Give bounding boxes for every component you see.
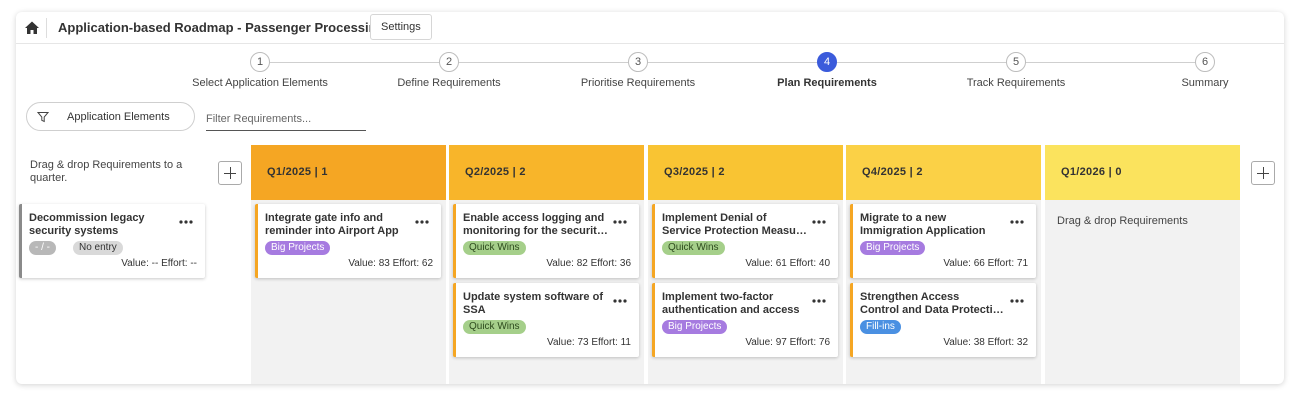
- step-define-requirements[interactable]: 2 Define Requirements: [354, 52, 544, 89]
- card-title: Enable access logging and monitoring for …: [463, 212, 608, 237]
- value-effort: Value: 66 Effort: 71: [943, 258, 1028, 269]
- value-effort: Value: 97 Effort: 76: [745, 337, 830, 348]
- card-title: Migrate to a new Immigration Application: [860, 212, 986, 237]
- value-effort: Value: 38 Effort: 32: [943, 337, 1028, 348]
- drop-hint: Drag & drop Requirements: [1057, 215, 1188, 227]
- backlog-hint: Drag & drop Requirements to a quarter.: [30, 159, 183, 184]
- add-quarter-button[interactable]: [1251, 161, 1275, 185]
- more-options-icon[interactable]: [415, 214, 429, 224]
- filter-requirements-input[interactable]: [206, 107, 366, 131]
- filter-icon: [36, 111, 50, 123]
- step-prioritise-requirements[interactable]: 3 Prioritise Requirements: [543, 52, 733, 89]
- more-options-icon[interactable]: [1010, 293, 1024, 303]
- step-label: Summary: [1181, 77, 1229, 89]
- step-number: 5: [1006, 52, 1026, 72]
- value-effort: Value: -- Effort: --: [121, 258, 197, 269]
- step-summary[interactable]: 6 Summary: [1110, 52, 1284, 89]
- add-requirement-button[interactable]: [218, 161, 242, 185]
- settings-button[interactable]: Settings: [370, 14, 432, 40]
- filter-label: Application Elements: [67, 111, 170, 123]
- more-options-icon[interactable]: [613, 214, 627, 224]
- value-effort: Value: 73 Effort: 11: [547, 337, 631, 348]
- step-number: 2: [439, 52, 459, 72]
- wizard-stepper: 1 Select Application Elements 2 Define R…: [16, 52, 1284, 92]
- more-options-icon[interactable]: [179, 214, 193, 224]
- requirement-card[interactable]: Enable access logging and monitoring for …: [453, 204, 639, 278]
- step-label: Define Requirements: [397, 77, 501, 89]
- category-tag: Quick Wins: [662, 241, 725, 255]
- quarter-header: Q1/2026 | 0: [1045, 145, 1240, 200]
- step-number: 6: [1195, 52, 1215, 72]
- requirement-card[interactable]: Migrate to a new Immigration Application …: [850, 204, 1036, 278]
- requirement-card[interactable]: Update system software of SSA Quick Wins …: [453, 283, 639, 357]
- step-number: 3: [628, 52, 648, 72]
- category-tag: - / -: [29, 241, 56, 255]
- roadmap-panel: Application-based Roadmap - Passenger Pr…: [16, 12, 1284, 384]
- step-select-application-elements[interactable]: 1 Select Application Elements: [165, 52, 355, 89]
- step-label: Track Requirements: [966, 77, 1066, 89]
- requirement-card[interactable]: Implement two-factor authentication and a…: [652, 283, 838, 357]
- step-label: Plan Requirements: [777, 77, 877, 89]
- page-title: Application-based Roadmap - Passenger Pr…: [58, 20, 385, 35]
- home-icon[interactable]: [22, 18, 42, 38]
- category-tag: Big Projects: [662, 320, 728, 334]
- step-label: Select Application Elements: [192, 77, 328, 89]
- more-options-icon[interactable]: [613, 293, 627, 303]
- category-tag: Big Projects: [265, 241, 331, 255]
- more-options-icon[interactable]: [1010, 214, 1024, 224]
- requirement-card[interactable]: Strengthen Access Control and Data Protec…: [850, 283, 1036, 357]
- card-title: Decommission legacy security systems: [29, 212, 145, 237]
- status-tag: No entry: [73, 241, 123, 255]
- application-elements-filter[interactable]: Application Elements: [26, 102, 195, 131]
- more-options-icon[interactable]: [812, 214, 826, 224]
- quarter-header: Q2/2025 | 2: [449, 145, 644, 200]
- step-number: 4: [817, 52, 837, 72]
- header-separator: [46, 18, 47, 38]
- step-number: 1: [250, 52, 270, 72]
- card-title: Implement Denial of Service Protection Me…: [662, 212, 807, 237]
- quarter-header: Q1/2025 | 1: [251, 145, 446, 200]
- step-plan-requirements[interactable]: 4 Plan Requirements: [732, 52, 922, 89]
- card-title: Strengthen Access Control and Data Protec…: [860, 291, 1005, 316]
- category-tag: Quick Wins: [463, 241, 526, 255]
- category-tag: Fill-ins: [860, 320, 901, 334]
- value-effort: Value: 82 Effort: 36: [546, 258, 631, 269]
- quarter-header: Q4/2025 | 2: [846, 145, 1041, 200]
- quarter-header: Q3/2025 | 2: [648, 145, 843, 200]
- value-effort: Value: 61 Effort: 40: [745, 258, 830, 269]
- card-title: Implement two-factor authentication and a…: [662, 291, 800, 316]
- value-effort: Value: 83 Effort: 62: [348, 258, 433, 269]
- requirement-card[interactable]: Implement Denial of Service Protection Me…: [652, 204, 838, 278]
- card-title: Update system software of SSA: [463, 291, 603, 316]
- card-title: Integrate gate info and reminder into Air…: [265, 212, 399, 237]
- header-bar: Application-based Roadmap - Passenger Pr…: [16, 12, 1284, 44]
- requirement-card[interactable]: Integrate gate info and reminder into Air…: [255, 204, 441, 278]
- category-tag: Quick Wins: [463, 320, 526, 334]
- more-options-icon[interactable]: [812, 293, 826, 303]
- step-track-requirements[interactable]: 5 Track Requirements: [921, 52, 1111, 89]
- requirement-card[interactable]: Decommission legacy security systems - /…: [19, 204, 205, 278]
- quarter-column-q1-2026[interactable]: Q1/2026 | 0 Drag & drop Requirements: [1045, 145, 1240, 384]
- category-tag: Big Projects: [860, 241, 926, 255]
- step-label: Prioritise Requirements: [580, 77, 696, 89]
